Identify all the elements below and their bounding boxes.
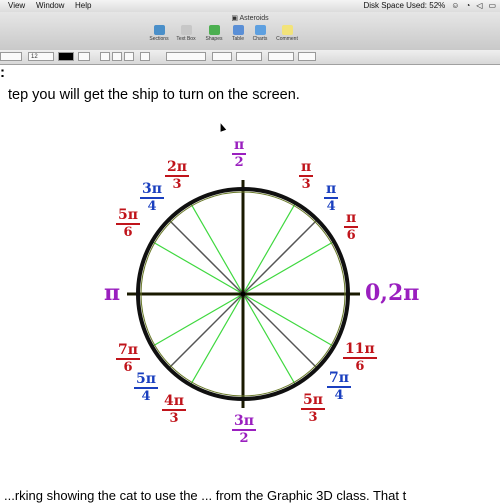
disk-status: Disk Space Used: 52%: [363, 1, 446, 10]
align-buttons[interactable]: [166, 52, 206, 61]
list-style-button[interactable]: [298, 52, 316, 61]
comment-icon: [281, 25, 293, 35]
label-0-2pi: 0,2π: [365, 280, 420, 306]
label-5pi-over-4: 5π 4: [134, 371, 158, 404]
underline-button[interactable]: [124, 52, 134, 61]
bottom-paragraph: ...rking showing the cat to use the ... …: [4, 488, 407, 503]
text-box-button[interactable]: Text Box: [174, 25, 198, 42]
sections-button[interactable]: Sections: [147, 25, 171, 42]
sections-icon: [153, 25, 165, 35]
comment-button[interactable]: Comment: [275, 25, 299, 42]
italic-button[interactable]: [112, 52, 122, 61]
table-icon: [232, 25, 244, 35]
volume-icon[interactable]: ◁: [476, 1, 482, 10]
spacing-select[interactable]: [236, 52, 262, 61]
list-button[interactable]: [212, 52, 232, 61]
menu-window[interactable]: Window: [36, 1, 64, 10]
charts-button[interactable]: Charts: [248, 25, 272, 42]
section-heading: :: [0, 64, 5, 81]
bold-button[interactable]: [100, 52, 110, 61]
label-pi-over-3: π3: [299, 159, 314, 192]
text-box-icon: [180, 25, 192, 35]
label-2pi-over-3: 2π 3: [165, 159, 189, 192]
label-3pi-over-4: 3π 4: [140, 181, 164, 214]
charts-icon: [254, 25, 266, 35]
label-11pi-over-6: 11π 6: [343, 341, 377, 374]
battery-icon[interactable]: ▭: [488, 1, 496, 10]
label-pi-over-6: π6: [344, 210, 359, 243]
font-family-select[interactable]: [0, 52, 22, 61]
label-pi-over-2: π2: [232, 137, 247, 170]
label-pi-over-4: π4: [324, 181, 339, 214]
shapes-icon: [208, 25, 220, 35]
label-7pi-over-4: 7π 4: [327, 370, 351, 403]
table-button[interactable]: Table: [226, 25, 250, 42]
menu-help[interactable]: Help: [75, 1, 91, 10]
strike-button[interactable]: [140, 52, 150, 61]
label-pi: π: [104, 280, 121, 306]
label-3pi-over-2: 3π 2: [232, 413, 256, 446]
label-4pi-over-3: 4π 3: [162, 393, 186, 426]
columns-select[interactable]: [268, 52, 294, 61]
format-bar: 12: [0, 50, 500, 65]
label-5pi-over-3: 5π 3: [301, 392, 325, 425]
text-color-swatch[interactable]: [58, 52, 74, 61]
user-icon[interactable]: ☺: [451, 1, 459, 10]
wifi-icon[interactable]: ◔: [465, 1, 470, 10]
document-title: ▣ Asteroids: [231, 15, 269, 22]
intro-text: tep you will get the ship to turn on the…: [8, 87, 300, 103]
status-area: Disk Space Used: 52% ☺ ◔ ◁ ▭: [363, 1, 496, 10]
label-5pi-over-6: 5π 6: [116, 207, 140, 240]
label-7pi-over-6: 7π 6: [116, 342, 140, 375]
toolbar: ▣ Asteroids Sections Text Box Shapes Tab…: [0, 12, 500, 51]
shapes-button[interactable]: Shapes: [202, 25, 226, 42]
font-size-select[interactable]: 12: [28, 52, 54, 61]
menu-view[interactable]: View: [8, 1, 25, 10]
highlight-swatch[interactable]: [78, 52, 90, 61]
